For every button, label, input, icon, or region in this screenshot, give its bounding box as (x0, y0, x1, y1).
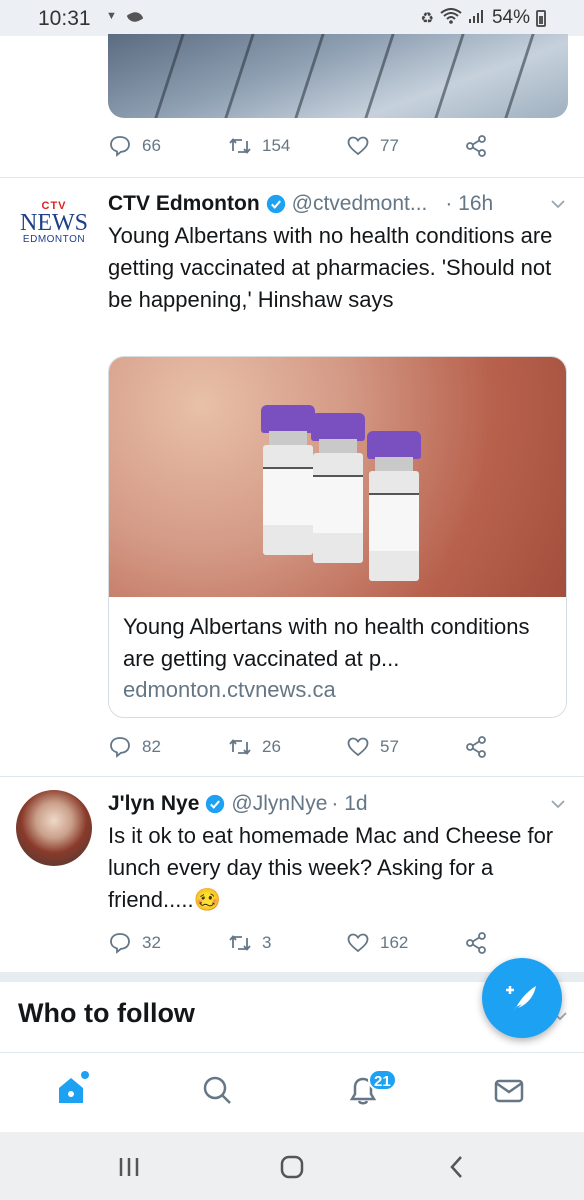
card-domain: edmonton.ctvnews.ca (123, 677, 336, 702)
battery-percent: 54% (491, 7, 530, 28)
retweet-button[interactable]: 154 (228, 134, 290, 158)
tweet-time: · 16h (445, 192, 494, 215)
ctv-news-avatar[interactable]: CTV NEWS EDMONTON (18, 200, 90, 260)
like-count: 77 (380, 136, 399, 155)
tweet-actions: 82 26 57 (108, 733, 568, 763)
like-button[interactable]: 77 (346, 134, 399, 158)
like-count: 57 (380, 737, 399, 756)
reply-count: 82 (142, 737, 161, 756)
messages-icon (494, 1079, 524, 1103)
recent-apps-button[interactable] (114, 1152, 144, 1182)
status-time: 10:31 (38, 7, 91, 30)
wifi-icon (440, 8, 462, 28)
reply-button[interactable]: 82 (108, 735, 161, 759)
share-icon (464, 931, 488, 955)
share-button[interactable] (464, 735, 488, 759)
download-icon: ▼ (106, 10, 117, 22)
system-navigation-bar (0, 1132, 584, 1200)
retweet-icon (228, 735, 252, 759)
status-bar: 10:31 ▼ ♻ 54% (0, 0, 584, 36)
tweet-actions: 32 3 162 (108, 929, 568, 959)
tweet-header: J'lyn Nye @JlynNye · 1d (108, 789, 368, 819)
bottom-navigation: 21 (0, 1052, 584, 1132)
leaf-icon (126, 9, 144, 25)
share-button[interactable] (464, 134, 488, 158)
nav-home[interactable] (54, 1073, 94, 1113)
retweet-count: 3 (262, 933, 272, 952)
reply-icon (108, 134, 132, 158)
author-name[interactable]: CTV Edmonton (108, 192, 260, 216)
heart-icon (346, 931, 370, 955)
like-button[interactable]: 162 (346, 931, 408, 955)
reply-button[interactable]: 66 (108, 134, 161, 158)
back-button[interactable] (442, 1152, 472, 1182)
vaccine-vial-image (367, 431, 421, 581)
tweet-actions: 66 154 77 (108, 132, 568, 162)
retweet-count: 26 (262, 737, 281, 756)
tweet-divider (0, 177, 584, 178)
share-icon (464, 134, 488, 158)
card-title: Young Albertans with no health condition… (123, 614, 530, 671)
ctv-logo-city: EDMONTON (22, 234, 86, 245)
nav-search[interactable] (200, 1073, 240, 1113)
like-button[interactable]: 57 (346, 735, 399, 759)
tweet-header: CTV Edmonton @ctvedmont... · 16h (108, 189, 493, 219)
avatar[interactable] (16, 790, 92, 866)
notifications-badge: 21 (368, 1069, 397, 1091)
reply-button[interactable]: 32 (108, 931, 161, 955)
author-handle[interactable]: @ctvedmont... (292, 192, 428, 216)
compose-feather-icon (506, 986, 536, 1012)
share-button[interactable] (464, 931, 488, 955)
new-content-dot (81, 1071, 89, 1079)
author-handle[interactable]: @JlynNye (231, 792, 327, 816)
vaccine-vial-image (311, 413, 365, 563)
status-indicators: ♻ 54% (421, 7, 546, 29)
ctv-logo-news: NEWS (20, 210, 88, 236)
card-image (109, 357, 566, 597)
link-card[interactable]: Young Albertans with no health condition… (108, 356, 567, 718)
home-system-button[interactable] (277, 1152, 307, 1182)
reply-count: 66 (142, 136, 161, 155)
recent-apps-icon (119, 1158, 139, 1176)
recycle-icon: ♻ (420, 10, 434, 27)
verified-badge-icon (205, 794, 225, 814)
retweet-icon (228, 931, 252, 955)
heart-icon (346, 134, 370, 158)
tweet-text: Is it ok to eat homemade Mac and Cheese … (108, 823, 554, 912)
like-count: 162 (380, 933, 409, 952)
tweet-media-image[interactable] (108, 34, 568, 118)
reply-count: 32 (142, 933, 161, 952)
author-name[interactable]: J'lyn Nye (108, 792, 199, 816)
share-icon (464, 735, 488, 759)
chevron-down-icon[interactable] (550, 196, 566, 212)
signal-icon (468, 8, 486, 28)
compose-tweet-button[interactable] (482, 958, 562, 1038)
verified-badge-icon (266, 194, 286, 214)
who-to-follow-title: Who to follow (18, 998, 195, 1028)
tweet-divider (0, 776, 584, 777)
home-circle-icon (280, 1155, 304, 1179)
retweet-button[interactable]: 3 (228, 931, 271, 955)
tweet-time: · 1d (331, 792, 368, 815)
retweet-count: 154 (262, 136, 291, 155)
retweet-icon (228, 134, 252, 158)
retweet-button[interactable]: 26 (228, 735, 281, 759)
tweet-text: Young Albertans with no health condition… (108, 223, 553, 312)
reply-icon (108, 931, 132, 955)
nav-messages[interactable] (492, 1073, 532, 1113)
vaccine-vial-image (261, 405, 315, 555)
heart-icon (346, 735, 370, 759)
back-icon (450, 1156, 462, 1178)
reply-icon (108, 735, 132, 759)
battery-icon (536, 9, 546, 27)
search-icon (203, 1076, 231, 1104)
chevron-down-icon[interactable] (550, 796, 566, 812)
